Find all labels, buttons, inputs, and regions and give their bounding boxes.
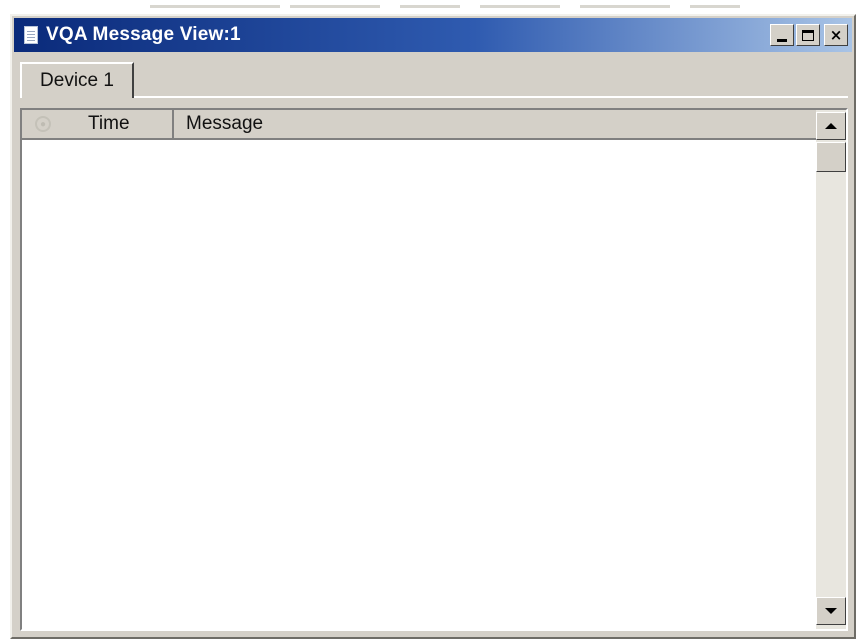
column-header-status[interactable]: ● <box>22 110 64 138</box>
vertical-scrollbar[interactable] <box>816 110 846 629</box>
status-icon: ● <box>35 116 51 132</box>
document-icon <box>24 26 38 44</box>
message-list-panel: ● Time Message <box>20 108 848 631</box>
background-strip <box>0 0 856 14</box>
scroll-thumb[interactable] <box>816 142 846 172</box>
column-header-message-label: Message <box>186 113 264 134</box>
minimize-icon <box>777 38 787 42</box>
scroll-up-button[interactable] <box>816 112 846 140</box>
title-bar[interactable]: VQA Message View:1 × <box>14 18 852 52</box>
column-header-time-label: Time <box>88 113 130 134</box>
tab-device-1[interactable]: Device 1 <box>20 62 134 98</box>
tab-label: Device 1 <box>40 70 114 91</box>
arrow-up-icon <box>825 123 837 129</box>
message-view-window: VQA Message View:1 × Device 1 ● Time Mes… <box>10 14 856 639</box>
scroll-down-button[interactable] <box>816 597 846 625</box>
close-button[interactable]: × <box>824 24 848 46</box>
column-header-message[interactable]: Message <box>174 110 816 138</box>
close-icon: × <box>829 25 843 44</box>
tab-strip-line <box>134 96 848 98</box>
message-list[interactable] <box>22 140 816 629</box>
arrow-down-icon <box>825 608 837 614</box>
minimize-button[interactable] <box>770 24 794 46</box>
window-title: VQA Message View:1 <box>46 24 241 45</box>
client-area: Device 1 ● Time Message <box>16 56 850 633</box>
caption-buttons: × <box>770 24 848 46</box>
column-header-time[interactable]: Time <box>64 110 174 138</box>
list-header: ● Time Message <box>22 110 816 140</box>
maximize-button[interactable] <box>796 24 820 46</box>
maximize-icon <box>802 29 814 41</box>
